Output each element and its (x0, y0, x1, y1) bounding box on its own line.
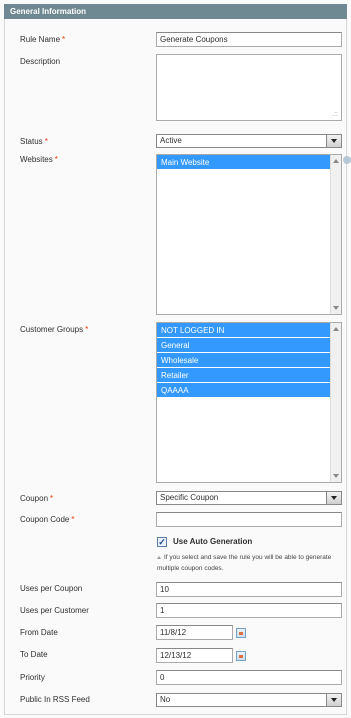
rss-feed-select[interactable]: No (156, 693, 342, 707)
coupon-select[interactable]: Specific Coupon (156, 491, 342, 505)
use-auto-generation-label: Use Auto Generation (173, 537, 253, 546)
rss-feed-select-value: No (160, 695, 171, 704)
websites-scrollbar[interactable] (330, 155, 341, 314)
use-auto-generation-checkbox[interactable]: ✓ (157, 537, 167, 547)
dropdown-arrow-icon[interactable] (326, 492, 341, 504)
panel-header: General Information (4, 4, 347, 19)
to-date-input[interactable]: 12/13/12 (156, 648, 233, 663)
customer-group-option[interactable]: General (157, 338, 330, 353)
description-textarea[interactable]: .:: (156, 54, 342, 121)
status-label: Status * (20, 137, 48, 146)
required-mark: * (62, 35, 66, 44)
rss-feed-label: Public In RSS Feed (20, 695, 90, 704)
customer-group-option[interactable]: QAAAA (157, 383, 330, 398)
auto-generation-note: If you select and save the rule you will… (157, 554, 332, 572)
customer-group-option[interactable]: NOT LOGGED IN (157, 323, 330, 338)
customer-groups-label: Customer Groups * (20, 325, 89, 334)
priority-label: Priority (20, 673, 45, 682)
coupon-label: Coupon * (20, 494, 54, 503)
from-date-label: From Date (20, 628, 58, 637)
dropdown-arrow-icon[interactable] (326, 135, 341, 147)
calendar-icon[interactable] (236, 651, 246, 661)
checkmark-icon: ✓ (158, 537, 166, 547)
websites-listbox[interactable]: Main Website (156, 154, 342, 315)
scroll-down-icon[interactable] (333, 306, 339, 310)
note-triangle-icon (157, 555, 161, 559)
rule-name-input[interactable]: Generate Coupons (156, 32, 342, 47)
customer-group-option[interactable]: Wholesale (157, 353, 330, 368)
coupon-code-label: Coupon Code * (20, 515, 75, 524)
description-label: Description (20, 57, 61, 66)
from-date-input[interactable]: 11/8/12 (156, 625, 233, 640)
status-select[interactable]: Active (156, 134, 342, 148)
customer-group-option[interactable]: Retailer (157, 368, 330, 383)
resize-grip-icon[interactable]: .:: (332, 111, 338, 118)
to-date-label: To Date (20, 650, 48, 659)
customer-groups-scrollbar[interactable] (330, 323, 341, 482)
scroll-down-icon[interactable] (333, 474, 339, 478)
coupon-code-input[interactable] (156, 512, 342, 527)
website-option[interactable]: Main Website (157, 155, 330, 170)
uses-per-coupon-input[interactable]: 10 (156, 582, 342, 597)
uses-per-coupon-label: Uses per Coupon (20, 584, 83, 593)
priority-input[interactable]: 0 (156, 670, 342, 685)
coupon-select-value: Specific Coupon (160, 493, 219, 502)
dropdown-arrow-icon[interactable] (326, 694, 341, 706)
customer-groups-listbox[interactable]: NOT LOGGED IN General Wholesale Retailer… (156, 322, 342, 483)
websites-label: Websites * (20, 155, 58, 164)
scroll-up-icon[interactable] (333, 159, 339, 163)
uses-per-customer-input[interactable]: 1 (156, 603, 342, 618)
status-select-value: Active (160, 136, 182, 145)
rule-name-label: Rule Name * (20, 35, 66, 44)
calendar-icon[interactable] (236, 628, 246, 638)
uses-per-customer-label: Uses per Customer (20, 606, 89, 615)
help-icon[interactable] (343, 156, 351, 164)
scroll-up-icon[interactable] (333, 327, 339, 331)
